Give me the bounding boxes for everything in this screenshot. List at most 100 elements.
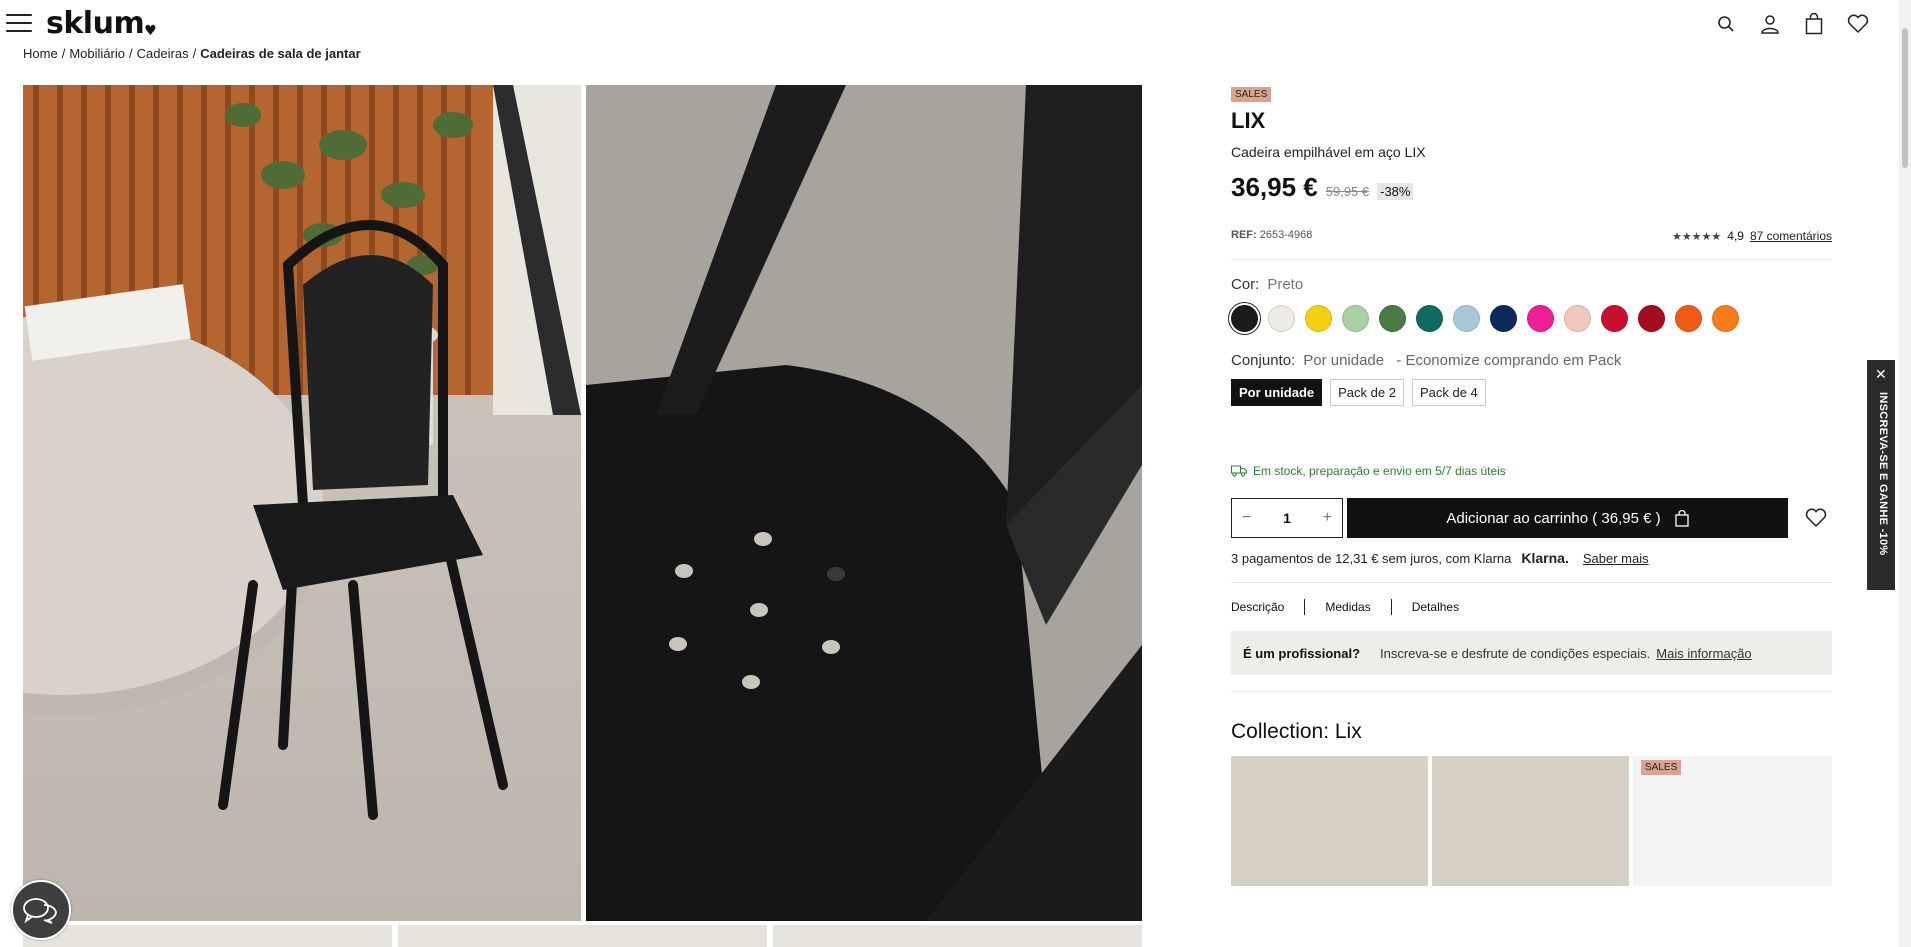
pack-options: Por unidade Pack de 2 Pack de 4 <box>1231 379 1832 406</box>
ref-value: 2653-4968 <box>1259 229 1313 241</box>
chat-icon <box>23 898 57 924</box>
scrollbar[interactable] <box>1899 0 1911 947</box>
breadcrumb-separator: / <box>128 46 133 61</box>
discount-badge: -38% <box>1377 183 1414 200</box>
breadcrumb-current: Cadeiras de sala de jantar <box>200 46 361 61</box>
color-swatch[interactable] <box>1453 305 1480 332</box>
color-swatch[interactable] <box>1712 305 1739 332</box>
product-name: LIX <box>1231 108 1266 133</box>
set-selected-value: Por unidade <box>1303 352 1385 369</box>
truck-icon <box>1231 465 1247 477</box>
product-info: SALES LIX Cadeira empilhável em aço LIX … <box>1231 84 1832 886</box>
tab-detalhes[interactable]: Detalhes <box>1390 599 1479 615</box>
klarna-logo: Klarna. <box>1521 550 1569 566</box>
sales-badge: SALES <box>1231 87 1272 102</box>
collection-items: SALES <box>1231 756 1832 886</box>
breadcrumb-separator: / <box>192 46 197 61</box>
old-price: 59,95 € <box>1325 184 1370 199</box>
color-swatch[interactable] <box>1268 305 1295 332</box>
set-note: - Economize comprando em Pack <box>1396 352 1622 369</box>
chat-button[interactable] <box>11 880 71 940</box>
gallery-thumbnails <box>23 925 1142 947</box>
breadcrumb-separator: / <box>61 46 66 61</box>
pro-more-info-link[interactable]: Mais informação <box>1656 646 1751 661</box>
close-icon[interactable]: ✕ <box>1875 366 1887 383</box>
heart-icon[interactable] <box>1846 12 1870 36</box>
stock-status: Em stock, preparação e envio em 5/7 dias… <box>1231 464 1832 478</box>
thumbnail[interactable] <box>23 925 392 947</box>
cart-row: − 1 + Adicionar ao carrinho ( 36,95 € ) <box>1231 498 1832 538</box>
breadcrumb: Home / Mobiliário / Cadeiras / Cadeiras de sal… <box>23 46 361 61</box>
klarna-row: 3 pagamentos de 12,31 € sem juros, com K… <box>1231 550 1832 566</box>
header-icons <box>1714 12 1870 36</box>
color-swatch[interactable] <box>1527 305 1554 332</box>
pack-option-2[interactable]: Pack de 2 <box>1330 379 1404 406</box>
qty-value[interactable]: 1 <box>1283 510 1291 526</box>
professional-banner: É um profissional? Inscreva-se e desfrut… <box>1231 631 1832 675</box>
product-photo-1[interactable] <box>23 85 581 921</box>
color-swatch[interactable] <box>1379 305 1406 332</box>
collection-item[interactable] <box>1231 756 1428 886</box>
set-label: Conjunto: <box>1231 352 1296 369</box>
color-swatch[interactable] <box>1231 305 1258 332</box>
site-header: sklum♥ <box>0 0 1890 48</box>
divider <box>1231 582 1832 583</box>
color-swatch[interactable] <box>1490 305 1517 332</box>
qty-increase-button[interactable]: + <box>1323 509 1332 527</box>
breadcrumb-cadeiras[interactable]: Cadeiras <box>137 46 189 61</box>
quantity-stepper: − 1 + <box>1231 498 1343 538</box>
logo[interactable]: sklum♥ <box>46 6 157 41</box>
thumbnail[interactable] <box>773 925 1142 947</box>
promo-text: INSCREVA-SE E GANHE -10% <box>1877 392 1889 556</box>
rating: ★★★★★ 4,9 87 comentários <box>1672 229 1832 243</box>
color-swatch[interactable] <box>1675 305 1702 332</box>
reviews-link[interactable]: 87 comentários <box>1750 229 1832 243</box>
color-selected-value: Preto <box>1267 276 1304 293</box>
stock-text: Em stock, preparação e envio em 5/7 dias… <box>1253 464 1506 478</box>
color-swatch[interactable] <box>1601 305 1628 332</box>
logo-text: sklum <box>46 6 145 41</box>
thumbnail[interactable] <box>398 925 767 947</box>
qty-decrease-button[interactable]: − <box>1242 509 1251 527</box>
price-row: 36,95 € 59,95 € -38% <box>1231 172 1832 203</box>
ref-row: REF: 2653-4968 ★★★★★ 4,9 87 comentários <box>1231 229 1832 243</box>
user-icon[interactable] <box>1758 12 1782 36</box>
newsletter-promo-tab[interactable]: ✕ INSCREVA-SE E GANHE -10% <box>1867 360 1895 590</box>
color-swatch[interactable] <box>1564 305 1591 332</box>
color-label: Cor: <box>1231 276 1260 293</box>
bag-icon <box>1674 509 1689 527</box>
collection-item[interactable] <box>1432 756 1629 886</box>
color-label-row: Cor: Preto <box>1231 276 1832 293</box>
tab-medidas[interactable]: Medidas <box>1304 599 1390 615</box>
breadcrumb-mobiliario[interactable]: Mobiliário <box>69 46 125 61</box>
klarna-learn-more-link[interactable]: Saber mais <box>1583 551 1649 566</box>
collection-title: Collection: Lix <box>1231 720 1362 743</box>
color-swatch[interactable] <box>1638 305 1665 332</box>
add-to-cart-button[interactable]: Adicionar ao carrinho ( 36,95 € ) <box>1347 498 1788 538</box>
product-photo-2[interactable] <box>586 85 1142 921</box>
divider <box>1231 259 1832 260</box>
info-tabs: Descrição Medidas Detalhes <box>1231 599 1832 615</box>
divider <box>1231 691 1832 692</box>
pack-option-4[interactable]: Pack de 4 <box>1411 379 1486 406</box>
tab-descricao[interactable]: Descrição <box>1231 599 1304 615</box>
breadcrumb-home[interactable]: Home <box>23 46 58 61</box>
color-swatches <box>1231 305 1832 332</box>
scrollbar-thumb[interactable] <box>1902 28 1908 168</box>
product-subtitle: Cadeira empilhável em aço LIX <box>1231 144 1426 160</box>
sales-badge: SALES <box>1641 760 1682 775</box>
ref-label: REF: <box>1231 229 1257 241</box>
color-swatch[interactable] <box>1416 305 1443 332</box>
wishlist-heart-icon[interactable] <box>1802 504 1830 532</box>
reference: REF: 2653-4968 <box>1231 229 1312 243</box>
color-swatch[interactable] <box>1342 305 1369 332</box>
current-price: 36,95 € <box>1231 172 1318 202</box>
klarna-text: 3 pagamentos de 12,31 € sem juros, com K… <box>1231 550 1512 566</box>
rating-value: 4,9 <box>1727 229 1744 243</box>
menu-icon[interactable] <box>6 14 32 34</box>
color-swatch[interactable] <box>1305 305 1332 332</box>
pack-option-unit[interactable]: Por unidade <box>1231 379 1323 406</box>
collection-item[interactable]: SALES <box>1633 756 1832 886</box>
search-icon[interactable] <box>1714 12 1738 36</box>
bag-icon[interactable] <box>1802 12 1826 36</box>
